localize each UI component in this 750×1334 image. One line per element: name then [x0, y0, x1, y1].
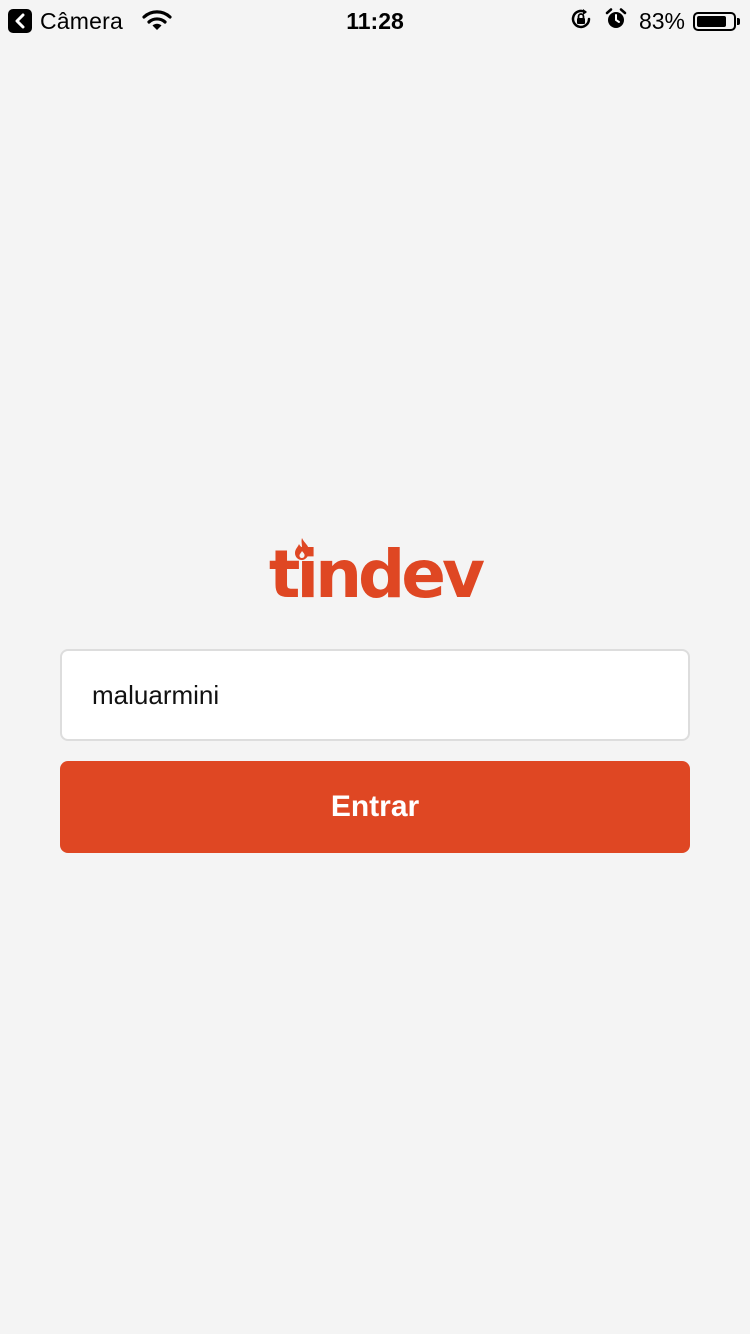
- flame-icon: [294, 538, 310, 560]
- logo-wordmark: tindev: [269, 538, 485, 610]
- rotation-lock-icon: [569, 7, 593, 36]
- battery-percent: 83%: [638, 8, 685, 34]
- battery-cap: [737, 17, 740, 25]
- battery-level-fill: [697, 15, 727, 27]
- username-input[interactable]: [60, 649, 690, 741]
- battery-icon: [693, 11, 740, 31]
- app-logo: tindev: [0, 538, 750, 610]
- status-right-group: 83%: [569, 7, 740, 36]
- login-button[interactable]: Entrar: [60, 761, 690, 853]
- status-bar: Câmera 11:28 83%: [0, 0, 750, 40]
- alarm-icon: [605, 7, 627, 35]
